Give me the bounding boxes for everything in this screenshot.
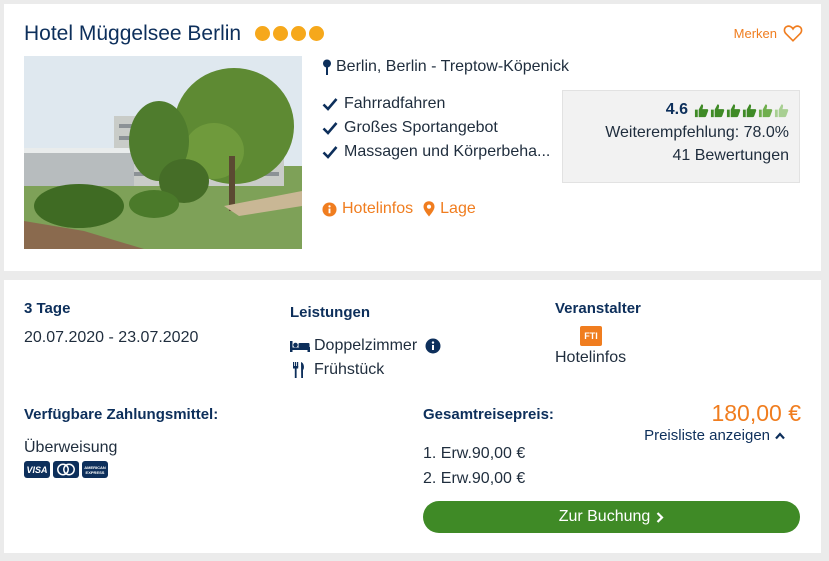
duration: 3 Tage — [24, 300, 71, 317]
feature-item: Massagen und Körperbeha... — [322, 140, 562, 164]
hotelinfos-label: Hotelinfos — [342, 200, 414, 217]
pin-icon — [323, 59, 331, 75]
thumbs-up-icon — [694, 103, 709, 117]
hotel-card: Hotel Müggelsee Berlin Merken Berlin, Be… — [4, 4, 821, 271]
lage-label: Lage — [440, 200, 476, 217]
amex-card: AMERICAN EXPRESS — [82, 461, 108, 478]
thumbs-up-icon — [710, 103, 725, 117]
organizer-title: Veranstalter — [555, 300, 641, 317]
travel-dates: 20.07.2020 - 23.07.2020 — [24, 329, 199, 346]
pricelist-label: Preisliste anzeigen — [644, 427, 770, 444]
payment-method: Überweisung — [24, 439, 118, 456]
amex-label: AMERICAN EXPRESS — [84, 464, 106, 475]
mastercard-icon — [57, 463, 75, 476]
feature-item: Fahrradfahren — [322, 92, 562, 116]
offer-card: 3 Tage 20.07.2020 - 23.07.2020 Leistunge… — [4, 280, 821, 553]
payment-title: Verfügbare Zahlungsmittel: — [24, 406, 219, 423]
total-title: Gesamtreisepreis: — [423, 406, 554, 423]
hotel-links: Hotelinfos Lage — [322, 200, 476, 218]
board-label: Frühstück — [314, 361, 385, 378]
person-price-2: 2. Erw.90,00 € — [423, 470, 526, 487]
pricelist-toggle[interactable]: Preisliste anzeigen — [644, 427, 785, 444]
thumbs-up-icon — [726, 103, 741, 117]
cutlery-icon — [293, 362, 304, 378]
location-text: Berlin, Berlin - Treptow-Köpenick — [336, 58, 569, 75]
info-icon[interactable] — [425, 338, 441, 354]
feature-item: Großes Sportangebot — [322, 116, 562, 140]
visa-card: VISA — [24, 461, 50, 478]
rating-box[interactable]: 4.6 Weiterempfehlung: 78.0% 41 Bewertung… — [562, 90, 800, 183]
book-label: Zur Buchung — [558, 508, 651, 525]
rating-thumbs — [694, 103, 789, 118]
feature-label: Großes Sportangebot — [344, 119, 498, 136]
feature-label: Fahrradfahren — [344, 95, 446, 112]
check-icon — [322, 98, 338, 111]
chevron-right-icon — [657, 511, 664, 523]
thumbs-up-icon — [774, 103, 789, 117]
total-price: 180,00 € — [711, 400, 801, 426]
room-type: Doppelzimmer — [290, 337, 441, 355]
person-price-1: 1. Erw.90,00 € — [423, 445, 526, 462]
hotel-stars — [255, 26, 324, 41]
bed-icon — [290, 341, 310, 352]
merken-button[interactable]: Merken — [734, 24, 803, 42]
check-icon — [322, 122, 338, 135]
star-icon — [309, 26, 324, 41]
room-label: Doppelzimmer — [314, 337, 418, 354]
star-icon — [273, 26, 288, 41]
star-icon — [255, 26, 270, 41]
hotel-name[interactable]: Hotel Müggelsee Berlin — [24, 22, 241, 46]
merken-label: Merken — [733, 25, 777, 41]
payment-cards: VISA AMERICAN EXPRESS — [24, 461, 108, 478]
info-icon — [322, 201, 337, 217]
organizer-hotelinfos-link[interactable]: Hotelinfos — [555, 349, 626, 367]
hotelinfos-link[interactable]: Hotelinfos — [322, 200, 413, 218]
book-button[interactable]: Zur Buchung — [423, 501, 800, 533]
thumbs-up-icon — [742, 103, 757, 117]
rating-score: 4.6 — [665, 101, 688, 118]
organizer-logo: FTI — [580, 326, 602, 346]
board-type: Frühstück — [292, 361, 384, 379]
feature-list: Fahrradfahren Großes Sportangebot Massag… — [322, 92, 562, 164]
location: Berlin, Berlin - Treptow-Köpenick — [322, 58, 569, 76]
recommendation-rate: Weiterempfehlung: 78.0% — [605, 124, 789, 141]
services-title: Leistungen — [290, 304, 371, 321]
lage-link[interactable]: Lage — [423, 200, 476, 218]
check-icon — [322, 146, 338, 159]
map-marker-icon — [423, 201, 435, 217]
heart-icon — [783, 25, 803, 42]
hotel-photo[interactable] — [24, 56, 302, 249]
feature-label: Massagen und Körperbeha... — [344, 143, 551, 160]
star-icon — [291, 26, 306, 41]
thumbs-up-icon — [758, 103, 773, 117]
chevron-up-icon — [775, 431, 785, 439]
mastercard-card — [53, 461, 79, 478]
review-count[interactable]: 41 Bewertungen — [573, 147, 789, 165]
